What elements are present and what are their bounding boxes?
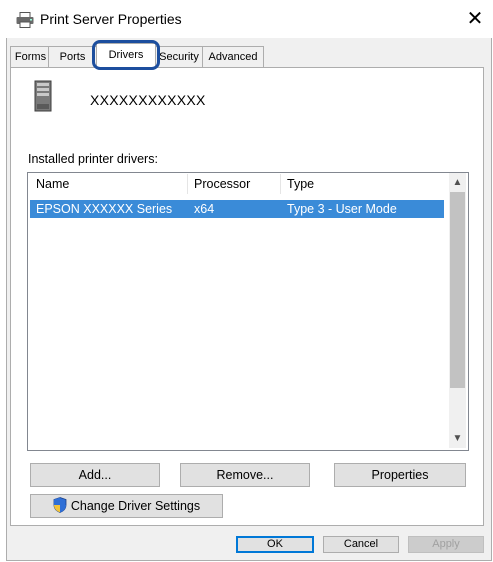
table-row[interactable]: EPSON XXXXXX Series x64 Type 3 - User Mo… xyxy=(30,200,444,218)
change-driver-settings-button[interactable]: Change Driver Settings xyxy=(30,494,223,518)
column-header-type[interactable]: Type xyxy=(281,174,437,194)
tab-ports[interactable]: Ports xyxy=(48,46,97,68)
driver-name-cell: EPSON XXXXXX Series xyxy=(36,202,173,216)
tab-drivers[interactable]: Drivers xyxy=(96,43,156,69)
add-button[interactable]: Add... xyxy=(30,463,160,487)
printer-icon xyxy=(16,12,34,28)
cancel-button[interactable]: Cancel xyxy=(323,536,399,553)
tab-security[interactable]: Security xyxy=(153,46,205,68)
installed-drivers-label: Installed printer drivers: xyxy=(28,152,158,166)
driver-processor-cell: x64 xyxy=(194,202,215,216)
scroll-up-icon[interactable]: ▲ xyxy=(449,174,466,192)
tab-advanced[interactable]: Advanced xyxy=(202,46,264,68)
close-button[interactable]: ✕ xyxy=(463,6,487,32)
ok-button[interactable]: OK xyxy=(236,536,314,553)
remove-button[interactable]: Remove... xyxy=(180,463,310,487)
window-title: Print Server Properties xyxy=(40,11,182,27)
tab-forms[interactable]: Forms xyxy=(10,46,51,68)
column-header-name[interactable]: Name xyxy=(30,174,188,194)
apply-button[interactable]: Apply xyxy=(408,536,484,553)
uac-shield-icon xyxy=(53,497,67,513)
server-icon xyxy=(34,80,52,112)
server-name: XXXXXXXXXXXX xyxy=(90,92,206,108)
scroll-down-icon[interactable]: ▼ xyxy=(449,430,466,448)
properties-button[interactable]: Properties xyxy=(334,463,466,487)
scrollbar-thumb[interactable] xyxy=(450,192,465,388)
change-driver-settings-label: Change Driver Settings xyxy=(70,499,201,513)
driver-type-cell: Type 3 - User Mode xyxy=(287,202,397,216)
column-header-processor[interactable]: Processor xyxy=(188,174,280,194)
